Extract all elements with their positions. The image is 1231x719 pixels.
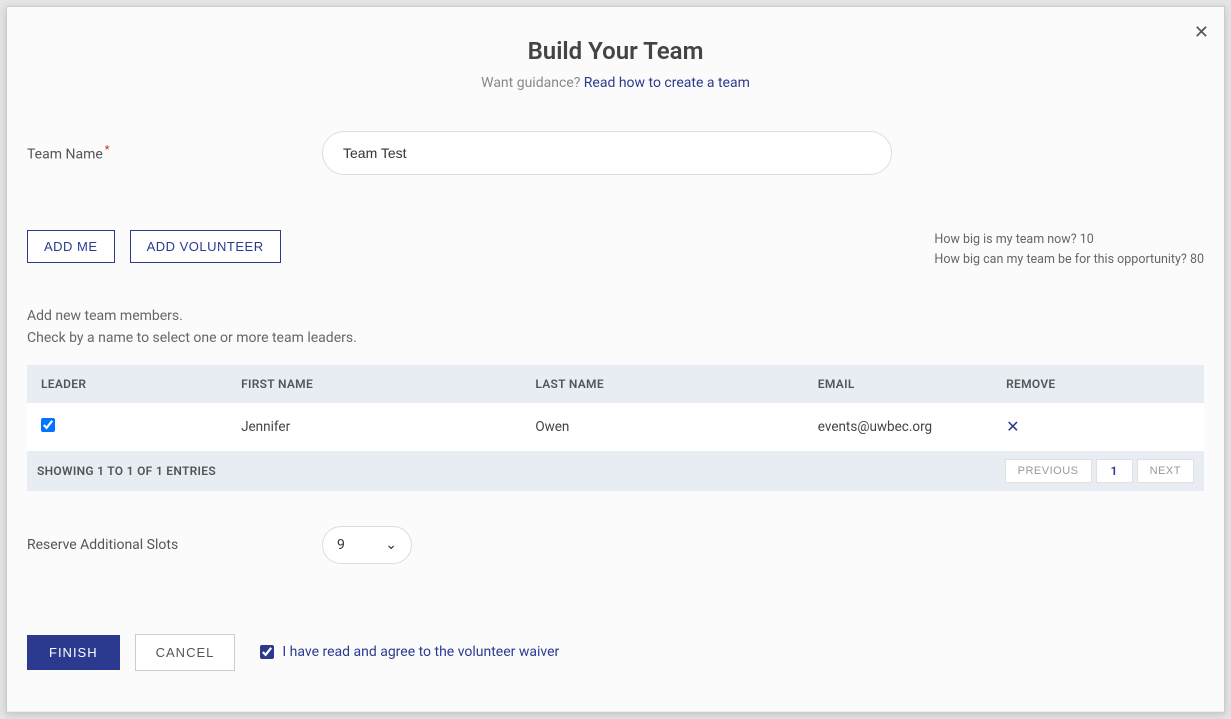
build-team-modal: ✕ Build Your Team Want guidance? Read ho… [6,6,1225,713]
reserve-slots-label: Reserve Additional Slots [27,537,322,553]
col-header-remove: REMOVE [992,365,1204,403]
remove-icon[interactable]: ✕ [1006,417,1019,437]
guidance-prefix: Want guidance? [481,75,584,91]
reserve-slots-row: Reserve Additional Slots 9 ⌄ [7,526,1224,564]
footer-row: FINISH CANCEL I have read and agree to t… [7,634,1224,671]
cell-email: events@uwbec.org [804,403,992,451]
col-header-last-name: LAST NAME [521,365,803,403]
hint-line-2: Check by a name to select one or more te… [27,327,1204,349]
members-table-wrap: LEADER FIRST NAME LAST NAME EMAIL REMOVE… [7,365,1224,491]
next-button[interactable]: NEXT [1137,459,1194,483]
entries-summary: SHOWING 1 TO 1 OF 1 ENTRIES [37,464,216,478]
waiver-block: I have read and agree to the volunteer w… [260,644,559,660]
col-header-first-name: FIRST NAME [227,365,521,403]
team-name-label: Team Name* [27,143,322,163]
previous-button[interactable]: PREVIOUS [1005,459,1092,483]
member-hints: Add new team members. Check by a name to… [7,305,1224,350]
waiver-label[interactable]: I have read and agree to the volunteer w… [282,644,559,660]
chevron-down-icon: ⌄ [385,537,397,553]
cancel-button[interactable]: CANCEL [135,634,236,671]
page-number[interactable]: 1 [1096,459,1133,483]
reserve-slots-select[interactable]: 9 ⌄ [322,526,412,564]
add-me-button[interactable]: ADD ME [27,230,115,263]
add-volunteer-button[interactable]: ADD VOLUNTEER [130,230,281,263]
pager: PREVIOUS 1 NEXT [1005,459,1194,483]
hint-line-1: Add new team members. [27,305,1204,327]
team-name-row: Team Name* [7,131,1224,175]
leader-checkbox[interactable] [41,418,55,432]
team-name-input[interactable] [322,131,892,175]
guidance-text: Want guidance? Read how to create a team [7,75,1224,91]
footer-divider [7,711,1224,712]
guidance-link[interactable]: Read how to create a team [584,75,750,91]
finish-button[interactable]: FINISH [27,635,120,670]
actions-row: ADD ME ADD VOLUNTEER How big is my team … [7,230,1224,270]
cell-first-name: Jennifer [227,403,521,451]
cell-last-name: Owen [521,403,803,451]
team-size-info: How big is my team now? 10 How big can m… [934,230,1204,270]
col-header-email: EMAIL [804,365,992,403]
reserve-slots-value: 9 [337,537,345,553]
table-row: Jennifer Owen events@uwbec.org ✕ [27,403,1204,451]
col-header-leader: LEADER [27,365,227,403]
team-name-label-text: Team Name [27,147,103,163]
table-footer: SHOWING 1 TO 1 OF 1 ENTRIES PREVIOUS 1 N… [27,451,1204,491]
required-asterisk: * [105,143,110,156]
team-size-max: How big can my team be for this opportun… [934,250,1204,270]
members-table: LEADER FIRST NAME LAST NAME EMAIL REMOVE… [27,365,1204,451]
team-size-now: How big is my team now? 10 [934,230,1204,250]
waiver-checkbox[interactable] [260,645,274,659]
close-icon[interactable]: ✕ [1194,22,1209,43]
modal-header: Build Your Team Want guidance? Read how … [7,7,1224,91]
modal-title: Build Your Team [7,37,1224,65]
